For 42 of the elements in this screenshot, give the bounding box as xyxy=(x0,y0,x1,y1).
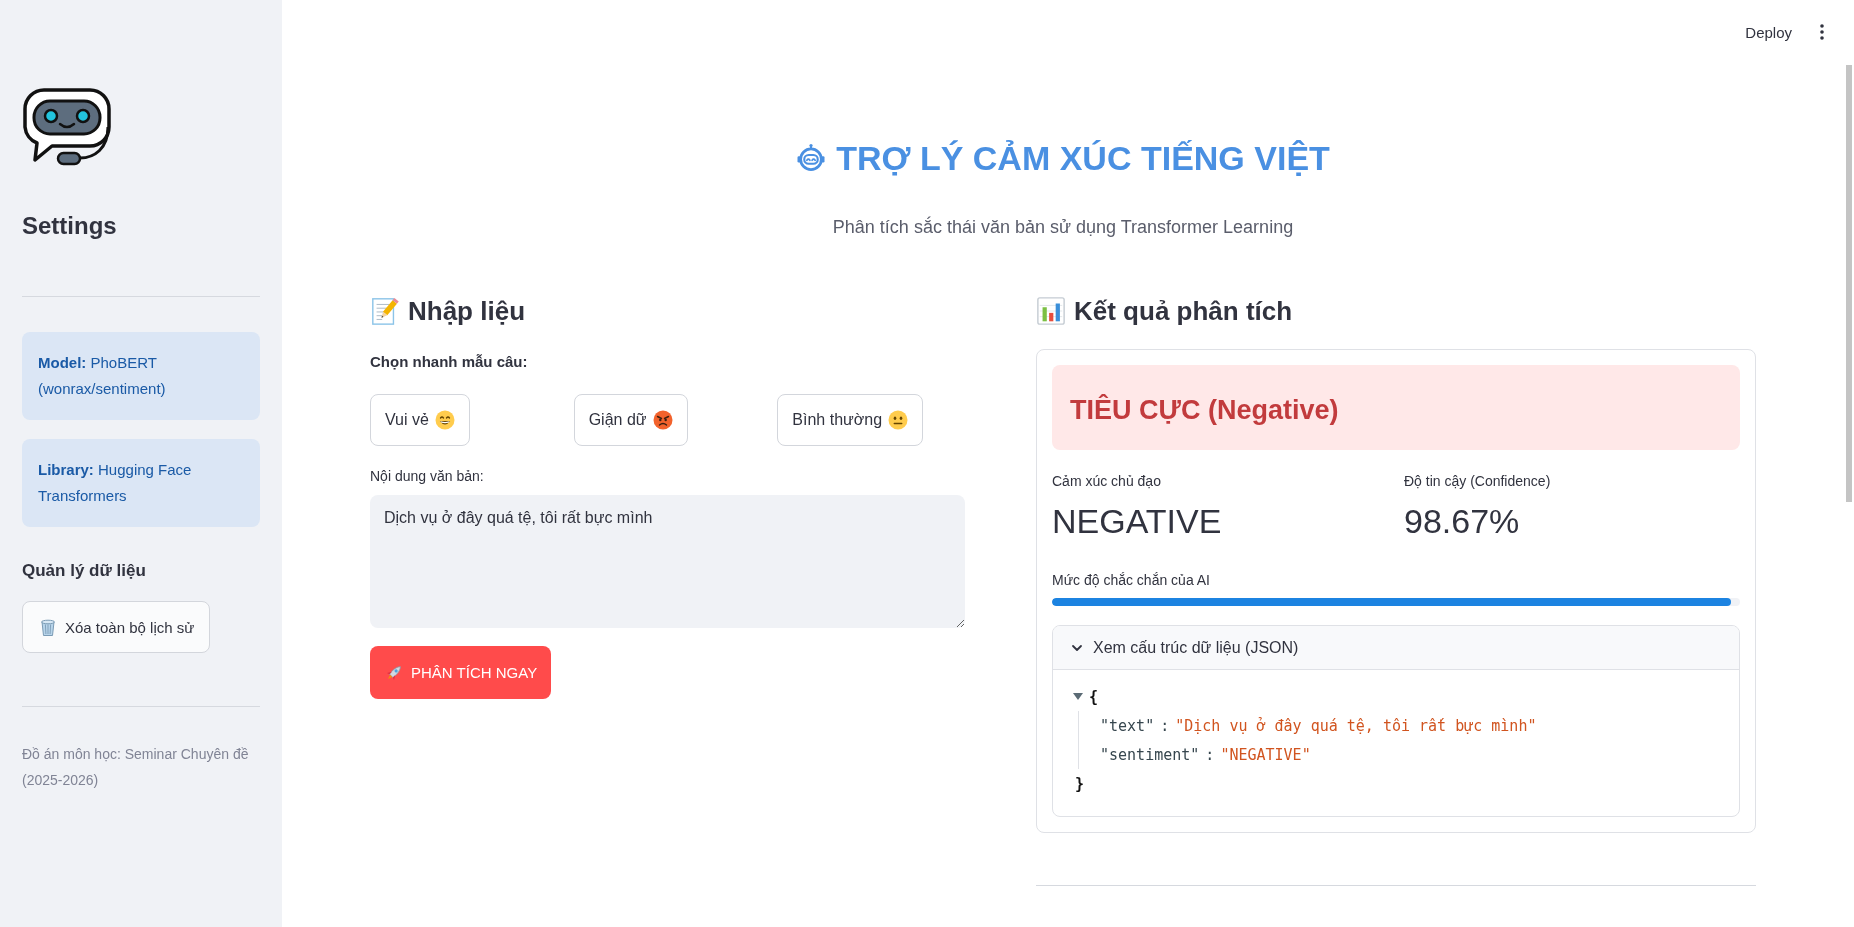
json-value: "NEGATIVE" xyxy=(1220,745,1311,764)
app-subtitle: Phân tích sắc thái văn bản sử dụng Transformer Learning xyxy=(832,215,1294,239)
sample-sentence-button[interactable]: Giận dữ xyxy=(573,394,688,446)
memo-icon xyxy=(370,296,400,326)
sample-sentence-button[interactable]: Vui vẻ xyxy=(370,394,470,446)
json-brace: { xyxy=(1089,687,1099,706)
text-input-field[interactable]: Dịch vụ ở đây quá tệ, tôi rất bực mình xyxy=(370,495,965,628)
info-callout: Library: Hugging Face Transformers xyxy=(22,439,260,527)
json-key: "sentiment" xyxy=(1100,745,1200,764)
section-heading: Nhập liệu xyxy=(408,295,525,328)
robot-face-icon xyxy=(796,143,827,173)
metric-label: Cảm xúc chủ đạo xyxy=(1052,472,1161,491)
metric-value: NEGATIVE xyxy=(1052,501,1222,542)
trash-icon xyxy=(38,617,58,637)
neutral-face-icon xyxy=(888,410,909,430)
metric-value: 98.67% xyxy=(1404,501,1520,542)
menu-icon[interactable] xyxy=(1820,24,1824,40)
grinning-face-icon xyxy=(434,410,455,430)
sample-sentence-button[interactable]: Bình thường xyxy=(777,394,924,446)
metric-label: Độ tin cậy (Confidence) xyxy=(1404,472,1551,491)
quick-samples-label: Chọn nhanh mẫu câu: xyxy=(370,352,528,372)
text-field-label: Nội dung văn bản: xyxy=(370,467,484,486)
progress-label: Mức độ chắc chắn của AI xyxy=(1052,571,1210,590)
footer-note: Đồ án môn học: Seminar Chuyên đề (2025-2026) xyxy=(22,745,250,790)
bar-chart-icon xyxy=(1036,296,1066,326)
caret-icon[interactable] xyxy=(1073,692,1083,701)
json-colon: : xyxy=(1205,745,1215,764)
scrollbar-thumb[interactable] xyxy=(1846,65,1852,502)
json-key: "text" xyxy=(1100,716,1155,735)
json-value: "Dịch vụ ở đây quá tệ, tôi rất bực mình" xyxy=(1175,716,1537,735)
section-heading: Quản lý dữ liệu xyxy=(22,560,146,582)
app-title: TRỢ LÝ CẢM XÚC TIẾNG VIỆT xyxy=(836,138,1330,179)
json-colon: : xyxy=(1160,716,1170,735)
expander-header[interactable]: Xem cấu trúc dữ liệu (JSON) xyxy=(1053,626,1739,670)
section-heading: Kết quả phân tích xyxy=(1074,295,1293,328)
deploy-button[interactable]: Deploy xyxy=(1739,19,1798,45)
verdict-banner: TIÊU CỰC (Negative) xyxy=(1052,365,1740,450)
clear-history-button[interactable]: Xóa toàn bộ lịch sử xyxy=(22,601,211,653)
sidebar-title: Settings xyxy=(22,211,117,241)
angry-face-icon xyxy=(652,410,673,430)
info-callout: Model: PhoBERT (wonrax/sentiment) xyxy=(22,332,260,420)
json-brace: } xyxy=(1075,774,1085,793)
